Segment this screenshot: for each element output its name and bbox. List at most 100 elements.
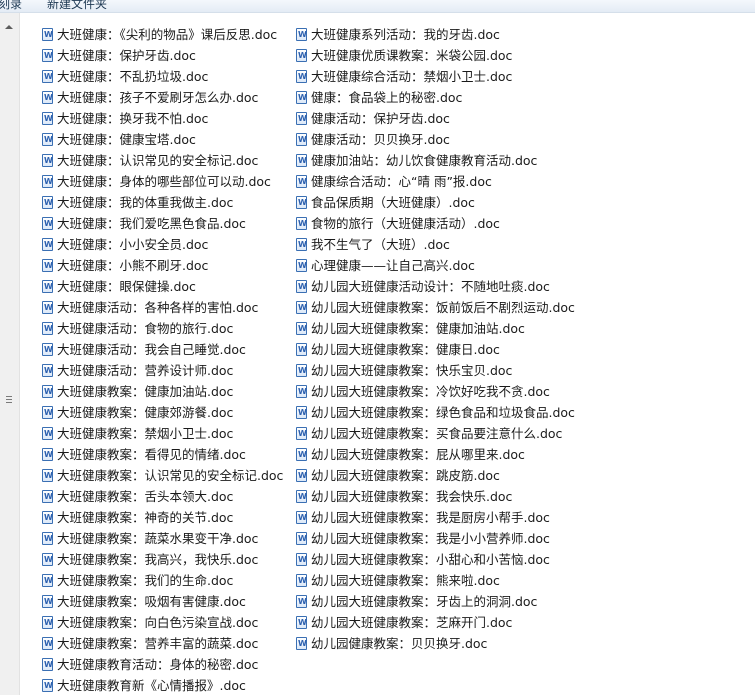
word-doc-icon [42, 238, 53, 251]
file-item[interactable]: 大班健康教案：禁烟小卫士.doc [42, 423, 283, 444]
resize-grip-icon[interactable] [6, 396, 12, 404]
file-column-2: 大班健康系列活动：我的牙齿.doc 大班健康优质课教案：米袋公园.doc 大班健康综… [296, 24, 575, 654]
file-item[interactable]: 大班健康教案：舌头本领大.doc [42, 486, 283, 507]
file-name: 幼儿园大班健康活动设计：不随地吐痰.doc [311, 279, 550, 294]
file-item[interactable]: 大班健康：小小安全员.doc [42, 234, 283, 255]
word-doc-icon [42, 469, 53, 482]
file-item[interactable]: 大班健康教育新《心情播报》.doc [42, 675, 283, 696]
file-item[interactable]: 大班健康教案：我高兴，我快乐.doc [42, 549, 283, 570]
word-doc-icon [296, 28, 307, 41]
file-item[interactable]: 幼儿园大班健康教案：绿色食品和垃圾食品.doc [296, 402, 575, 423]
word-doc-icon [296, 574, 307, 587]
file-item[interactable]: 幼儿园大班健康教案：快乐宝贝.doc [296, 360, 575, 381]
file-item[interactable]: 健康加油站：幼儿饮食健康教育活动.doc [296, 150, 575, 171]
file-item[interactable]: 大班健康系列活动：我的牙齿.doc [296, 24, 575, 45]
file-item[interactable]: 幼儿园大班健康教案：健康加油站.doc [296, 318, 575, 339]
file-item[interactable]: 大班健康教案：向白色污染宣战.doc [42, 612, 283, 633]
file-item[interactable]: 幼儿园大班健康教案：跳皮筋.doc [296, 465, 575, 486]
file-item[interactable]: 大班健康：健康宝塔.doc [42, 129, 283, 150]
file-item[interactable]: 健康：食品袋上的秘密.doc [296, 87, 575, 108]
file-item[interactable]: 大班健康：不乱扔垃圾.doc [42, 66, 283, 87]
file-name: 大班健康教案：我们的生命.doc [57, 573, 234, 588]
file-item[interactable]: 大班健康活动：我会自己睡觉.doc [42, 339, 283, 360]
file-item[interactable]: 幼儿园大班健康教案：我会快乐.doc [296, 486, 575, 507]
word-doc-icon [42, 679, 53, 692]
file-item[interactable]: 幼儿园大班健康教案：小甜心和小苦恼.doc [296, 549, 575, 570]
file-item[interactable]: 幼儿园大班健康教案：熊来啦.doc [296, 570, 575, 591]
file-item[interactable]: 大班健康教案：认识常见的安全标记.doc [42, 465, 283, 486]
file-item[interactable]: 大班健康：《尖利的物品》课后反思.doc [42, 24, 283, 45]
file-item[interactable]: 心理健康——让自己高兴.doc [296, 255, 575, 276]
new-folder-button[interactable]: 新建文件夹 [47, 0, 107, 12]
file-item[interactable]: 大班健康教案：吸烟有害健康.doc [42, 591, 283, 612]
word-doc-icon [42, 91, 53, 104]
file-item[interactable]: 幼儿园大班健康教案：我是厨房小帮手.doc [296, 507, 575, 528]
file-name: 大班健康：换牙我不怕.doc [57, 111, 209, 126]
word-doc-icon [296, 595, 307, 608]
file-item[interactable]: 幼儿园大班健康教案：我是小小营养师.doc [296, 528, 575, 549]
file-item[interactable]: 大班健康教案：看得见的情绪.doc [42, 444, 283, 465]
file-name: 大班健康：健康宝塔.doc [57, 132, 196, 147]
file-item[interactable]: 大班健康教案：健康郊游餐.doc [42, 402, 283, 423]
file-item[interactable]: 幼儿园大班健康教案：牙齿上的洞洞.doc [296, 591, 575, 612]
file-item[interactable]: 大班健康优质课教案：米袋公园.doc [296, 45, 575, 66]
file-item[interactable]: 幼儿园大班健康教案：屁从哪里来.doc [296, 444, 575, 465]
file-item[interactable]: 健康活动：保护牙齿.doc [296, 108, 575, 129]
file-item[interactable]: 大班健康：认识常见的安全标记.doc [42, 150, 283, 171]
file-item[interactable]: 大班健康：我们爱吃黑色食品.doc [42, 213, 283, 234]
file-item[interactable]: 我不生气了（大班）.doc [296, 234, 575, 255]
word-doc-icon [296, 406, 307, 419]
file-item[interactable]: 幼儿园大班健康教案：买食品要注意什么.doc [296, 423, 575, 444]
file-item[interactable]: 幼儿园大班健康活动设计：不随地吐痰.doc [296, 276, 575, 297]
file-name: 幼儿园大班健康教案：牙齿上的洞洞.doc [311, 594, 538, 609]
file-item[interactable]: 大班健康：身体的哪些部位可以动.doc [42, 171, 283, 192]
file-item[interactable]: 幼儿园大班健康教案：健康日.doc [296, 339, 575, 360]
file-name: 大班健康活动：各种各样的害怕.doc [57, 300, 259, 315]
file-name: 大班健康教案：舌头本领大.doc [57, 489, 234, 504]
file-item[interactable]: 大班健康教案：我们的生命.doc [42, 570, 283, 591]
word-doc-icon [296, 637, 307, 650]
file-item[interactable]: 大班健康：保护牙齿.doc [42, 45, 283, 66]
file-item[interactable]: 大班健康：小熊不刷牙.doc [42, 255, 283, 276]
explorer-toolbar: 刻录 新建文件夹 [0, 0, 755, 13]
file-name: 幼儿园大班健康教案：买食品要注意什么.doc [311, 426, 563, 441]
file-name: 幼儿园大班健康教案：跳皮筋.doc [311, 468, 500, 483]
file-name: 我不生气了（大班）.doc [311, 237, 450, 252]
file-item[interactable]: 大班健康：换牙我不怕.doc [42, 108, 283, 129]
file-item[interactable]: 健康活动：贝贝换牙.doc [296, 129, 575, 150]
file-name: 幼儿园大班健康教案：快乐宝贝.doc [311, 363, 513, 378]
file-item[interactable]: 大班健康教案：健康加油站.doc [42, 381, 283, 402]
file-name: 大班健康教案：向白色污染宣战.doc [57, 615, 259, 630]
file-item[interactable]: 大班健康：眼保健操.doc [42, 276, 283, 297]
file-name: 健康加油站：幼儿饮食健康教育活动.doc [311, 153, 538, 168]
word-doc-icon [42, 574, 53, 587]
file-item[interactable]: 幼儿园大班健康教案：冷饮好吃我不贪.doc [296, 381, 575, 402]
file-item[interactable]: 大班健康综合活动：禁烟小卫士.doc [296, 66, 575, 87]
file-item[interactable]: 大班健康教案：神奇的关节.doc [42, 507, 283, 528]
file-item[interactable]: 大班健康教案：营养丰富的蔬菜.doc [42, 633, 283, 654]
file-item[interactable]: 大班健康：我的体重我做主.doc [42, 192, 283, 213]
word-doc-icon [296, 91, 307, 104]
file-item[interactable]: 幼儿园大班健康教案：芝麻开门.doc [296, 612, 575, 633]
file-name: 大班健康教育活动：身体的秘密.doc [57, 657, 259, 672]
file-item[interactable]: 幼儿园大班健康教案：饭前饭后不剧烈运动.doc [296, 297, 575, 318]
word-doc-icon [42, 511, 53, 524]
word-doc-icon [296, 196, 307, 209]
burn-button[interactable]: 刻录 [0, 0, 22, 12]
word-doc-icon [296, 217, 307, 230]
file-item[interactable]: 幼儿园健康教案：贝贝换牙.doc [296, 633, 575, 654]
file-name: 大班健康：《尖利的物品》课后反思.doc [57, 27, 278, 42]
file-item[interactable]: 大班健康教案：蔬菜水果变干净.doc [42, 528, 283, 549]
navigation-pane-scrollbar[interactable] [0, 13, 20, 695]
file-item[interactable]: 食品保质期（大班健康）.doc [296, 192, 575, 213]
file-item[interactable]: 大班健康活动：营养设计师.doc [42, 360, 283, 381]
file-item[interactable]: 大班健康：孩子不爱刷牙怎么办.doc [42, 87, 283, 108]
file-item[interactable]: 大班健康活动：食物的旅行.doc [42, 318, 283, 339]
file-item[interactable]: 健康综合活动：心“晴 雨”报.doc [296, 171, 575, 192]
scroll-up-arrow-icon[interactable] [5, 25, 13, 29]
word-doc-icon [296, 511, 307, 524]
file-item[interactable]: 食物的旅行（大班健康活动）.doc [296, 213, 575, 234]
file-name: 大班健康：我们爱吃黑色食品.doc [57, 216, 246, 231]
file-item[interactable]: 大班健康活动：各种各样的害怕.doc [42, 297, 283, 318]
file-item[interactable]: 大班健康教育活动：身体的秘密.doc [42, 654, 283, 675]
